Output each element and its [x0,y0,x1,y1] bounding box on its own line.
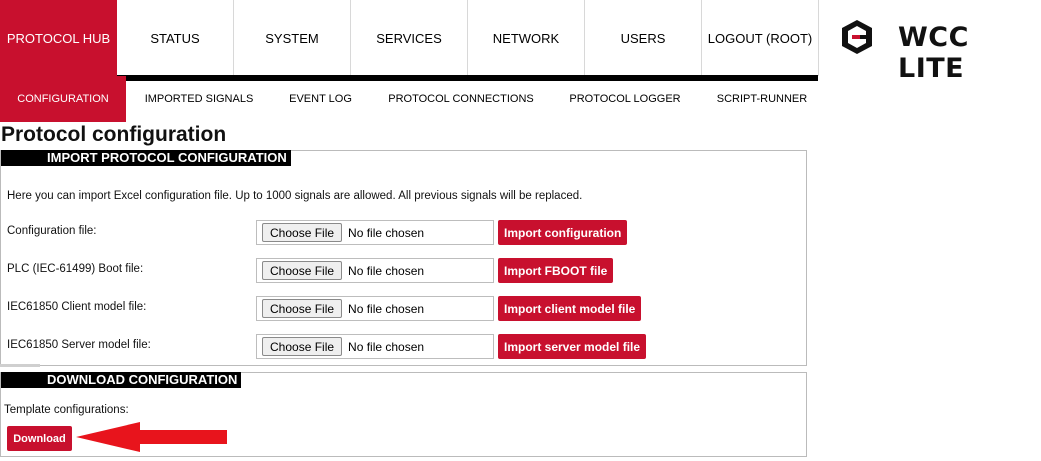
file-status: No file chosen [348,225,425,240]
plc-boot-file-label: PLC (IEC-61499) Boot file: [7,263,144,275]
choose-file-button[interactable]: Choose File [262,299,343,318]
server-model-file-input: Choose File No file chosen [256,334,494,359]
server-model-file-label: IEC61850 Server model file: [7,339,151,351]
top-navigation: PROTOCOL HUB STATUS SYSTEM SERVICES NETW… [0,0,1041,84]
import-client-model-button[interactable]: Import client model file [498,296,642,321]
file-status: No file chosen [348,301,425,316]
choose-file-button[interactable]: Choose File [262,337,343,356]
import-server-model-button[interactable]: Import server model file [498,334,647,359]
tab-users[interactable]: USERS [585,0,702,76]
choose-file-button[interactable]: Choose File [262,223,343,242]
subtab-event-log[interactable]: EVENT LOG [277,76,364,122]
file-status: No file chosen [348,263,425,278]
tab-services[interactable]: SERVICES [351,0,468,76]
plc-boot-file-input: Choose File No file chosen [256,258,494,283]
page-title: Protocol configuration [1,123,227,146]
subtab-script-runner[interactable]: SCRIPT-RUNNER [706,76,818,122]
client-model-file-input: Choose File No file chosen [256,296,494,321]
red-arrow-annotation [76,422,227,452]
configuration-file-label: Configuration file: [7,225,97,237]
choose-file-button[interactable]: Choose File [262,261,343,280]
brand: WCC LITE [818,0,1041,84]
template-configurations-label: Template configurations: [4,404,129,416]
tab-logout[interactable]: LOGOUT (ROOT) [702,0,819,76]
subtab-protocol-logger[interactable]: PROTOCOL LOGGER [560,76,690,122]
download-panel-heading: DOWNLOAD CONFIGURATION [1,372,242,388]
subtab-protocol-connections[interactable]: PROTOCOL CONNECTIONS [378,76,544,122]
tab-system[interactable]: SYSTEM [234,0,351,76]
tab-status[interactable]: STATUS [117,0,234,76]
import-configuration-button[interactable]: Import configuration [498,220,628,245]
import-panel-heading: IMPORT PROTOCOL CONFIGURATION [1,150,291,166]
file-status: No file chosen [348,339,425,354]
import-fboot-button[interactable]: Import FBOOT file [498,258,614,283]
tab-network[interactable]: NETWORK [468,0,585,76]
wcc-logo-icon [842,20,872,54]
subtab-imported-signals[interactable]: IMPORTED SIGNALS [132,76,266,122]
download-button[interactable]: Download [7,426,72,451]
client-model-file-label: IEC61850 Client model file: [7,301,147,313]
brand-name: WCC LITE [898,22,969,84]
tab-protocol-hub[interactable]: PROTOCOL HUB [0,0,117,76]
import-intro-text: Here you can import Excel configuration … [7,190,583,202]
divider [0,364,40,367]
configuration-file-input: Choose File No file chosen [256,220,494,245]
subtab-configuration[interactable]: CONFIGURATION [0,76,126,122]
